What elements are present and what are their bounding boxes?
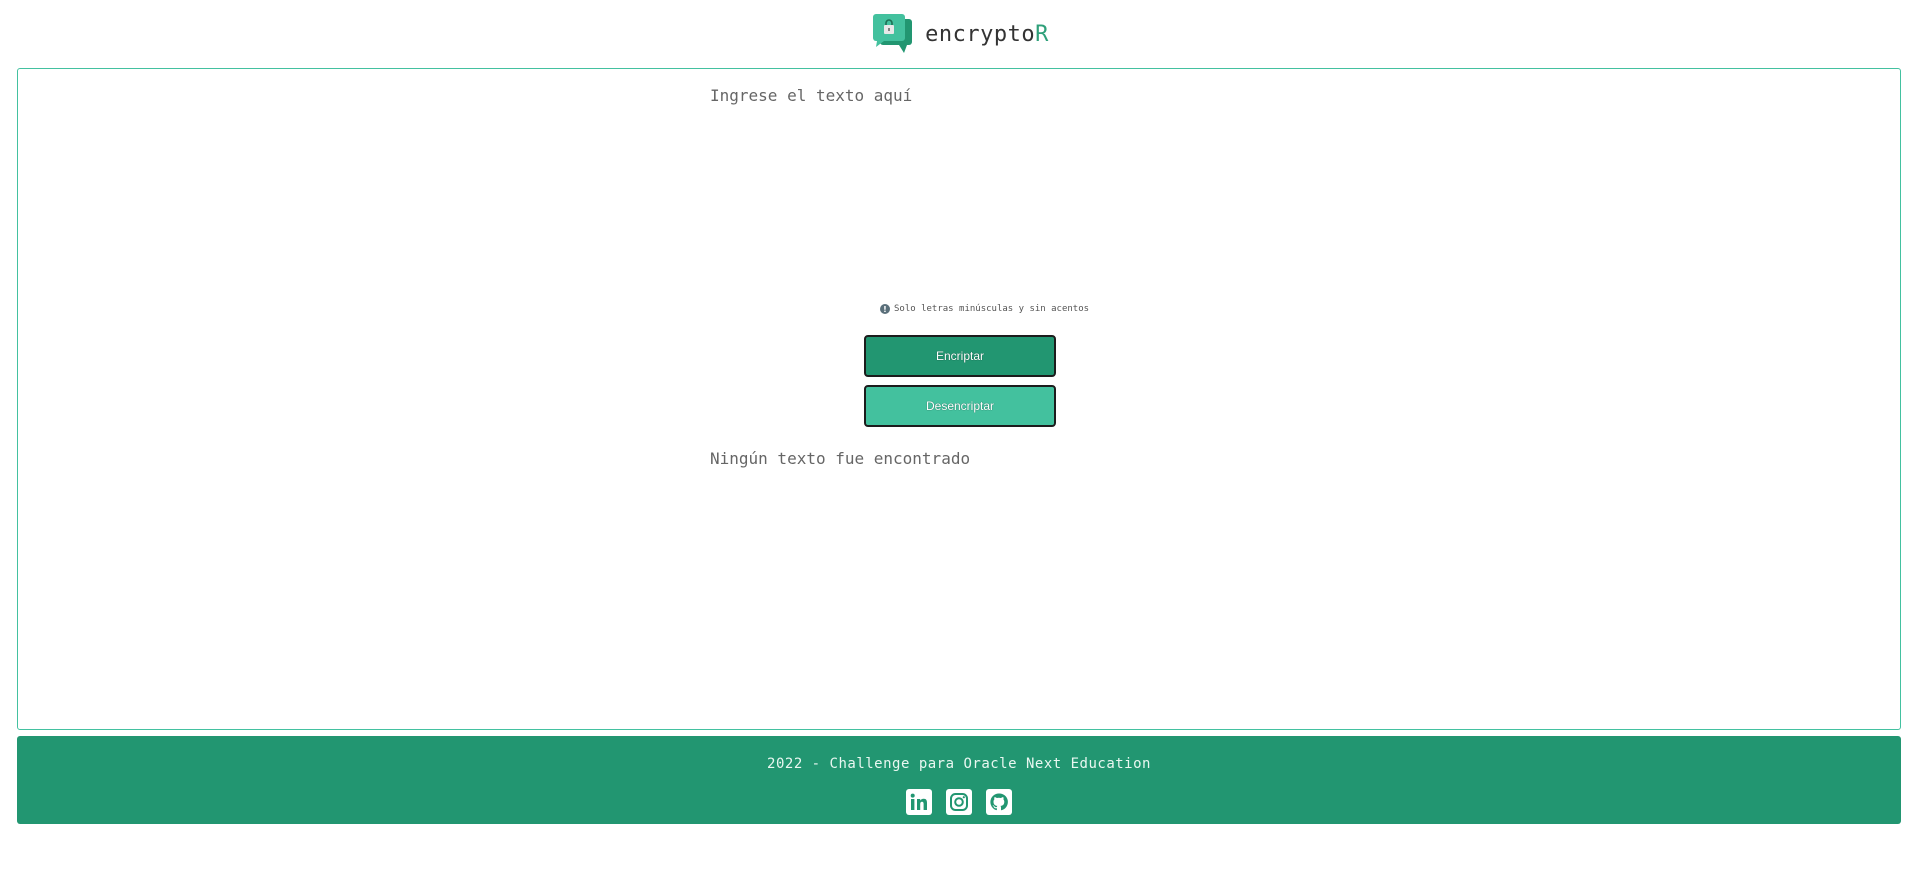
social-links — [17, 789, 1901, 815]
hint: ! Solo letras minúsculas y sin acentos — [880, 304, 1089, 314]
github-icon[interactable] — [986, 789, 1012, 815]
main-card: ! Solo letras minúsculas y sin acentos E… — [17, 68, 1901, 730]
footer: 2022 - Challenge para Oracle Next Educat… — [17, 736, 1901, 824]
brand-logo-text: encryptoR — [925, 22, 1049, 47]
decrypt-button[interactable]: Desencriptar — [864, 385, 1056, 427]
chat-lock-icon — [873, 14, 913, 53]
info-icon: ! — [880, 304, 890, 314]
encrypt-button[interactable]: Encriptar — [864, 335, 1056, 377]
brand-main: encrypto — [925, 21, 1036, 47]
text-input[interactable] — [710, 82, 1240, 246]
header: encryptoR — [0, 0, 1920, 68]
instagram-icon[interactable] — [946, 789, 972, 815]
footer-text: 2022 - Challenge para Oracle Next Educat… — [767, 756, 1151, 772]
hint-text: Solo letras minúsculas y sin acentos — [894, 304, 1090, 314]
linkedin-icon[interactable] — [906, 789, 932, 815]
output-empty-message: Ningún texto fue encontrado — [710, 449, 971, 468]
brand-accent: R — [1035, 21, 1049, 47]
